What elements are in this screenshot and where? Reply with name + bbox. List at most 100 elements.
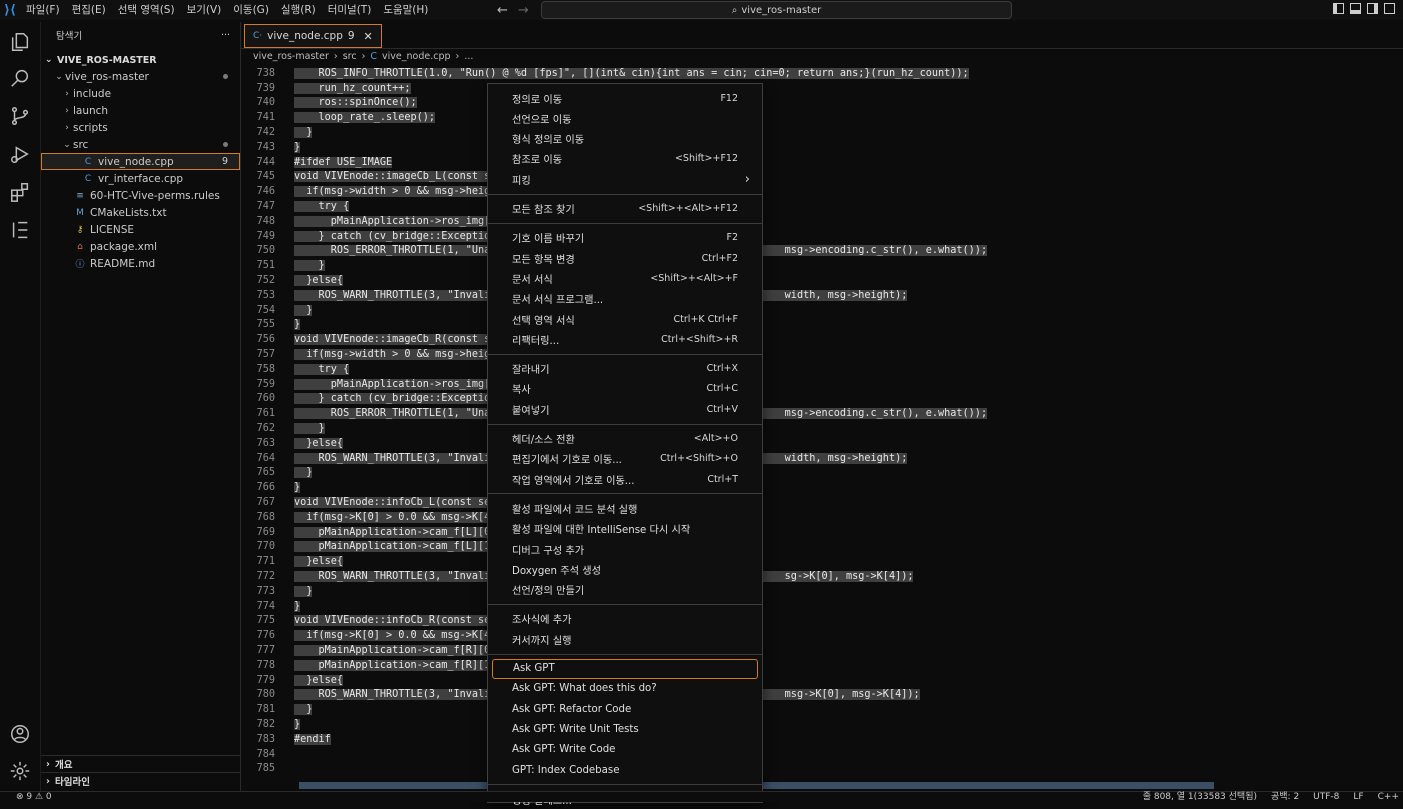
context-menu-item[interactable]: 잘라내기 Ctrl+X: [488, 359, 762, 379]
context-menu-item[interactable]: 정의로 이동 F12: [488, 88, 762, 108]
menu-item[interactable]: 보기(V): [181, 0, 228, 20]
breadcrumb-item[interactable]: vive_ros-master: [253, 51, 329, 62]
menu-item[interactable]: 파일(F): [20, 0, 66, 20]
context-menu-item[interactable]: 복사 Ctrl+C: [488, 379, 762, 399]
context-menu-item[interactable]: 형식 정의로 이동: [488, 129, 762, 149]
context-menu-item[interactable]: GPT: Index Codebase: [488, 760, 762, 780]
context-menu-item[interactable]: 편집기에서 기호로 이동... Ctrl+<Shift>+O: [488, 449, 762, 469]
context-menu-item[interactable]: 모든 항목 변경 Ctrl+F2: [488, 248, 762, 268]
breadcrumb-item[interactable]: vive_node.cpp: [382, 51, 451, 62]
file-type-icon: C: [84, 173, 92, 184]
extensions-icon[interactable]: [8, 180, 32, 204]
context-menu-item[interactable]: 디버그 구성 추가: [488, 539, 762, 559]
context-menu-item[interactable]: Ask GPT: Refactor Code: [488, 699, 762, 719]
line-number: 769: [256, 526, 275, 538]
timeline-section[interactable]: › 타임라인: [41, 772, 240, 789]
context-menu-item[interactable]: 리팩터링... Ctrl+<Shift>+R: [488, 329, 762, 349]
explorer-icon[interactable]: [8, 30, 32, 54]
file-tree-item[interactable]: ⌂ package.xml: [41, 238, 240, 255]
keybinding: <Shift>+<Alt>+F: [650, 272, 738, 284]
line-text: if(msg->width > 0 && msg->heig: [294, 349, 491, 361]
file-tree-item[interactable]: Cvr_interface.cpp: [41, 170, 240, 187]
file-tree-item[interactable]: › include: [41, 85, 240, 102]
command-center-search[interactable]: ⌕ vive_ros-master: [541, 1, 1012, 19]
context-menu-item[interactable]: 활성 파일에 대한 IntelliSense 다시 시작: [488, 519, 762, 539]
search-view-icon[interactable]: [8, 66, 32, 90]
selected-text: pMainApplication->cam_f[R][1: [294, 659, 491, 671]
context-menu-item[interactable]: 작업 영역에서 기호로 이동... Ctrl+T: [488, 469, 762, 489]
file-tree-item[interactable]: › scripts: [41, 119, 240, 136]
tab-label: vive_node.cpp: [267, 30, 343, 42]
file-tree-item[interactable]: ⌄ vive_ros-master: [41, 68, 240, 85]
close-icon[interactable]: ✕: [364, 30, 373, 43]
menu-item[interactable]: 터미널(T): [322, 0, 378, 20]
code-line: 738 ROS_INFO_THROTTLE(1.0, "Run() @ %d […: [241, 66, 1403, 81]
file-tree: ⌄ vive_ros-master › include › launch › scripts ⌄…: [41, 68, 240, 272]
toggle-sidebar-icon[interactable]: [1333, 3, 1344, 14]
context-menu-item[interactable]: 선언/정의 만들기: [488, 580, 762, 600]
context-menu-item[interactable]: 선택 영역 서식 Ctrl+K Ctrl+F: [488, 309, 762, 329]
line-number: 774: [256, 600, 275, 612]
menu-item-label: 활성 파일에서 코드 분석 실행: [512, 504, 638, 516]
file-tree-item[interactable]: Cvive_node.cpp 9: [41, 153, 240, 170]
context-menu-item[interactable]: 커서까지 실행: [488, 629, 762, 649]
title-bar: ⟩⟨ 파일(F) 편집(E) 선택 영역(S) 보기(V) 이동(G) 실행(R) 터미널(…: [0, 0, 1403, 20]
breadcrumb-item[interactable]: src: [343, 51, 357, 62]
context-menu-item[interactable]: 문서 서식 프로그램...: [488, 289, 762, 309]
context-menu-item[interactable]: 문서 서식 <Shift>+<Alt>+F: [488, 268, 762, 288]
line-number: 772: [256, 570, 275, 582]
context-menu-item[interactable]: Ask GPT: [492, 658, 758, 679]
menu-item[interactable]: 실행(R): [275, 0, 322, 20]
code-line: 768 if(msg->K[0] > 0.0 && msg->K[4: [241, 510, 1403, 525]
tab-vive-node-cpp[interactable]: C· vive_node.cpp 9 ✕: [244, 24, 382, 48]
more-actions-icon[interactable]: ···: [221, 30, 230, 41]
customize-layout-icon[interactable]: [1384, 3, 1395, 14]
accounts-icon[interactable]: [8, 722, 32, 746]
menu-item[interactable]: 선택 영역(S): [112, 0, 181, 20]
menu-item[interactable]: 편집(E): [66, 0, 112, 20]
toggle-panel-icon[interactable]: [1350, 3, 1361, 14]
source-control-icon[interactable]: [8, 104, 32, 128]
file-tree-label: README.md: [90, 257, 156, 270]
context-menu-item[interactable]: 조사식에 추가: [488, 609, 762, 629]
context-menu-item[interactable]: Doxygen 주석 생성: [488, 559, 762, 579]
outline-view-icon[interactable]: [8, 218, 32, 242]
settings-gear-icon[interactable]: [8, 759, 32, 783]
context-menu-item[interactable]: Ask GPT: What does this do?: [488, 679, 762, 699]
workspace-root[interactable]: ⌄ VIVE_ROS-MASTER: [41, 52, 240, 68]
back-arrow-icon[interactable]: ←: [497, 3, 508, 18]
context-menu-item[interactable]: 붙여넣기 Ctrl+V: [488, 399, 762, 419]
menu-separator: [488, 653, 762, 655]
forward-arrow-icon[interactable]: →: [518, 3, 529, 18]
breadcrumb-item[interactable]: ...: [464, 51, 473, 62]
context-menu-item[interactable]: 피킹 ›: [488, 169, 762, 189]
context-menu-item[interactable]: 선언으로 이동: [488, 108, 762, 128]
selected-text: ros::spinOnce();: [294, 97, 417, 109]
context-menu-item[interactable]: 참조로 이동 <Shift>+F12: [488, 149, 762, 169]
menu-item[interactable]: 이동(G): [227, 0, 275, 20]
menu-item-label: 형식 정의로 이동: [512, 135, 585, 147]
run-debug-icon[interactable]: [8, 142, 32, 166]
toggle-secondary-sidebar-icon[interactable]: [1367, 3, 1378, 14]
line-text: }: [294, 141, 301, 153]
file-tree-item[interactable]: ⌄ src: [41, 136, 240, 153]
file-tree-item[interactable]: ⓘ README.md: [41, 255, 240, 272]
code-line: 741 loop_rate_.sleep();: [241, 110, 1403, 125]
code-view[interactable]: 738 ROS_INFO_THROTTLE(1.0, "Run() @ %d […: [241, 66, 1403, 791]
file-tree-item[interactable]: ≡ 60-HTC-Vive-perms.rules: [41, 187, 240, 204]
outline-section[interactable]: › 개요: [41, 755, 240, 772]
menu-item[interactable]: 도움말(H): [377, 0, 434, 20]
keybinding: Ctrl+C: [706, 383, 739, 395]
file-tree-item[interactable]: M CMakeLists.txt: [41, 204, 240, 221]
context-menu-item[interactable]: 모든 참조 찾기 <Shift>+<Alt>+F12: [488, 199, 762, 219]
line-number: 742: [256, 127, 275, 139]
context-menu-item[interactable]: 헤더/소스 전환 <Alt>+O: [488, 429, 762, 449]
context-menu-item[interactable]: 기호 이름 바꾸기 F2: [488, 228, 762, 248]
context-menu-item[interactable]: 활성 파일에서 코드 분석 실행: [488, 498, 762, 518]
line-number: 750: [256, 245, 275, 257]
file-tree-item[interactable]: ⚷ LICENSE: [41, 221, 240, 238]
context-menu-item[interactable]: Ask GPT: Write Code: [488, 740, 762, 760]
context-menu-item[interactable]: Ask GPT: Write Unit Tests: [488, 719, 762, 739]
timeline-section-label: 타임라인: [55, 777, 90, 788]
file-tree-item[interactable]: › launch: [41, 102, 240, 119]
